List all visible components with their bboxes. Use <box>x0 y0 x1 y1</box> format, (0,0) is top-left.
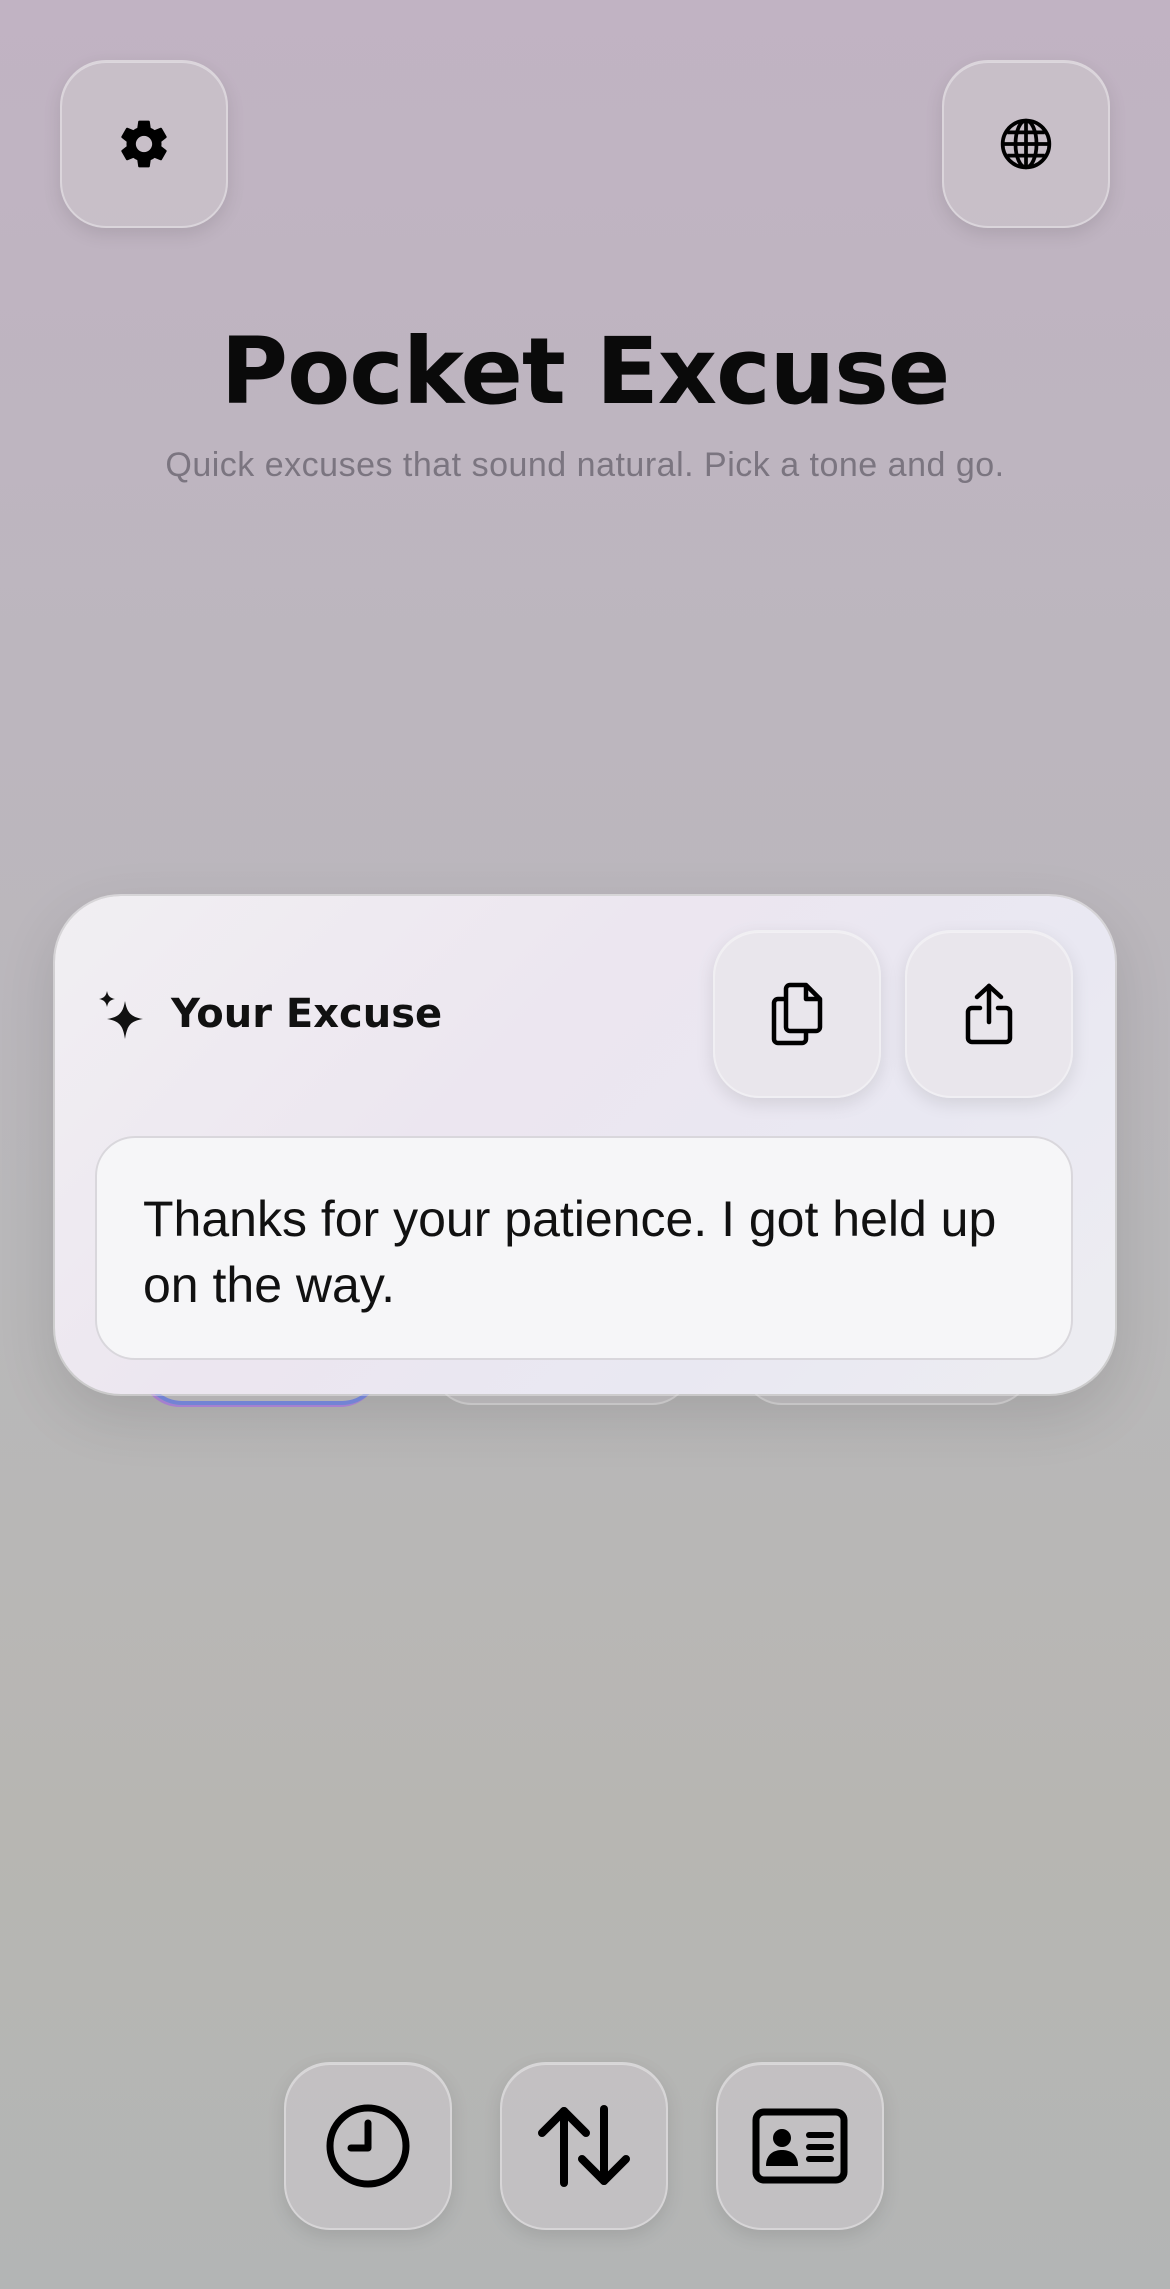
excuse-text: Thanks for your patience. I got held up … <box>95 1136 1073 1360</box>
excuse-card: Your Excuse Thanks for your patience. I … <box>55 896 1115 1394</box>
id-card-icon <box>752 2108 848 2184</box>
share-icon <box>965 983 1013 1045</box>
copy-button[interactable] <box>713 930 881 1098</box>
globe-icon <box>1000 118 1052 170</box>
share-button[interactable] <box>905 930 1073 1098</box>
sparkles-icon <box>99 991 143 1039</box>
swap-button[interactable] <box>500 2062 668 2230</box>
gear-icon <box>121 120 167 168</box>
language-button[interactable] <box>942 60 1110 228</box>
app-subtitle: Quick excuses that sound natural. Pick a… <box>165 446 1005 484</box>
clock-icon <box>326 2104 410 2188</box>
profile-button[interactable] <box>716 2062 884 2230</box>
copy-icon <box>771 982 823 1046</box>
history-button[interactable] <box>284 2062 452 2230</box>
settings-button[interactable] <box>60 60 228 228</box>
card-title: Your Excuse <box>171 991 443 1037</box>
app-title: Pocket Excuse <box>220 318 951 425</box>
swap-arrows-icon <box>538 2105 630 2187</box>
